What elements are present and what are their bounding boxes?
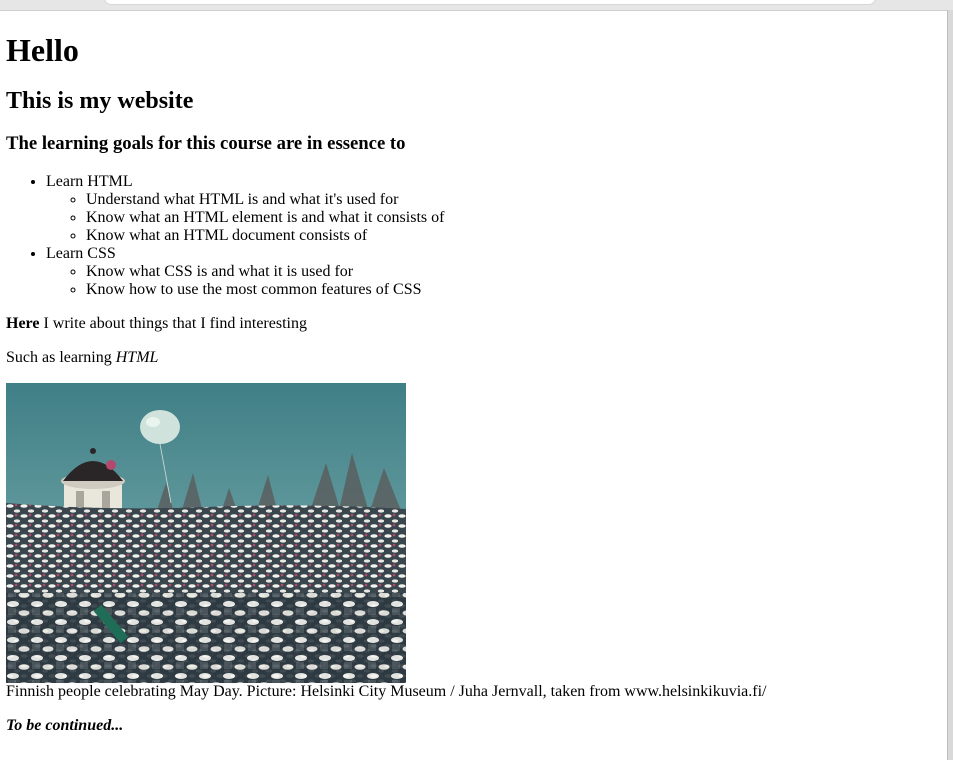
closing-italic: To be continued... — [6, 717, 124, 734]
intro-text: I write about things that I find interes… — [39, 315, 307, 332]
intro-paragraph: Here I write about things that I find in… — [6, 315, 946, 333]
goal-label: Learn HTML — [46, 173, 133, 190]
closing-text: To be continued... — [6, 717, 946, 735]
may-day-photo — [6, 383, 406, 683]
goal-css: Learn CSS Know what CSS is and what it i… — [46, 245, 946, 299]
photo-caption: Finnish people celebrating May Day. Pict… — [6, 683, 767, 700]
list-item: Understand what HTML is and what it's us… — [86, 191, 946, 209]
list-item: Know what CSS is and what it is used for — [86, 263, 946, 281]
learning-italic: HTML — [115, 349, 159, 366]
goal-label: Learn CSS — [46, 245, 116, 262]
page-title: Hello — [6, 32, 79, 68]
goal-html-subgoals: Understand what HTML is and what it's us… — [46, 191, 946, 245]
address-bar[interactable] — [104, 0, 876, 5]
list-item: Know how to use the most common features… — [86, 281, 946, 299]
browser-window: Hello This is my website The learning go… — [0, 0, 953, 760]
goals-list: Learn HTML Understand what HTML is and w… — [6, 173, 946, 299]
list-item: Know what an HTML element is and what it… — [86, 209, 946, 227]
learning-paragraph: Such as learning HTML — [6, 349, 946, 367]
goals-heading: The learning goals for this course are i… — [6, 133, 406, 154]
closing-bold: To be continued... — [6, 717, 123, 734]
page-content: Hello This is my website The learning go… — [6, 11, 946, 735]
scrollbar[interactable] — [947, 10, 953, 760]
goal-html: Learn HTML Understand what HTML is and w… — [46, 173, 946, 245]
site-subtitle: This is my website — [6, 88, 194, 114]
intro-bold: Here — [6, 315, 40, 332]
goal-css-subgoals: Know what CSS is and what it is used for… — [46, 263, 946, 299]
browser-toolbar — [0, 0, 953, 11]
learning-text: Such as learning — [6, 349, 116, 366]
list-item: Know what an HTML document consists of — [86, 227, 946, 245]
